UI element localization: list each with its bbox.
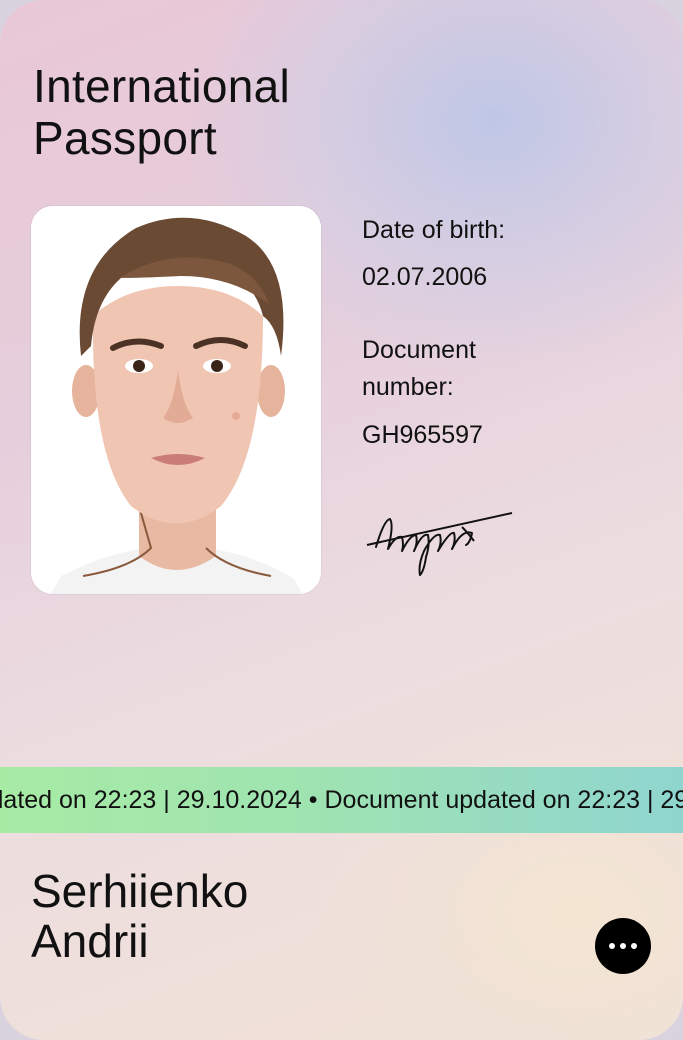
handwritten-signature bbox=[362, 505, 522, 590]
holder-photo bbox=[31, 206, 321, 594]
portrait-photo bbox=[31, 206, 321, 594]
more-options-button[interactable] bbox=[595, 918, 651, 974]
update-ticker-text: ent updated on 22:23 | 29.10.2024 • Docu… bbox=[0, 786, 683, 814]
document-title-line1: International bbox=[33, 60, 291, 112]
holder-name: Serhiienko Andrii bbox=[31, 866, 248, 966]
more-horizontal-icon-dot bbox=[631, 943, 637, 949]
document-number-label: Document number: bbox=[362, 336, 476, 401]
more-horizontal-icon-dot bbox=[620, 943, 626, 949]
document-title: International Passport bbox=[33, 60, 453, 164]
passport-card: International Passport Date of birth: 02… bbox=[0, 0, 683, 1040]
dob-label: Date of birth: bbox=[362, 216, 506, 244]
document-title-line2: Passport bbox=[33, 112, 217, 164]
document-number-value: GH965597 bbox=[362, 421, 483, 449]
dob-value: 02.07.2006 bbox=[362, 263, 488, 291]
holder-given-name: Andrii bbox=[31, 915, 149, 967]
update-ticker: ent updated on 22:23 | 29.10.2024 • Docu… bbox=[0, 767, 683, 833]
more-horizontal-icon-dot bbox=[609, 943, 615, 949]
holder-surname: Serhiienko bbox=[31, 865, 249, 917]
